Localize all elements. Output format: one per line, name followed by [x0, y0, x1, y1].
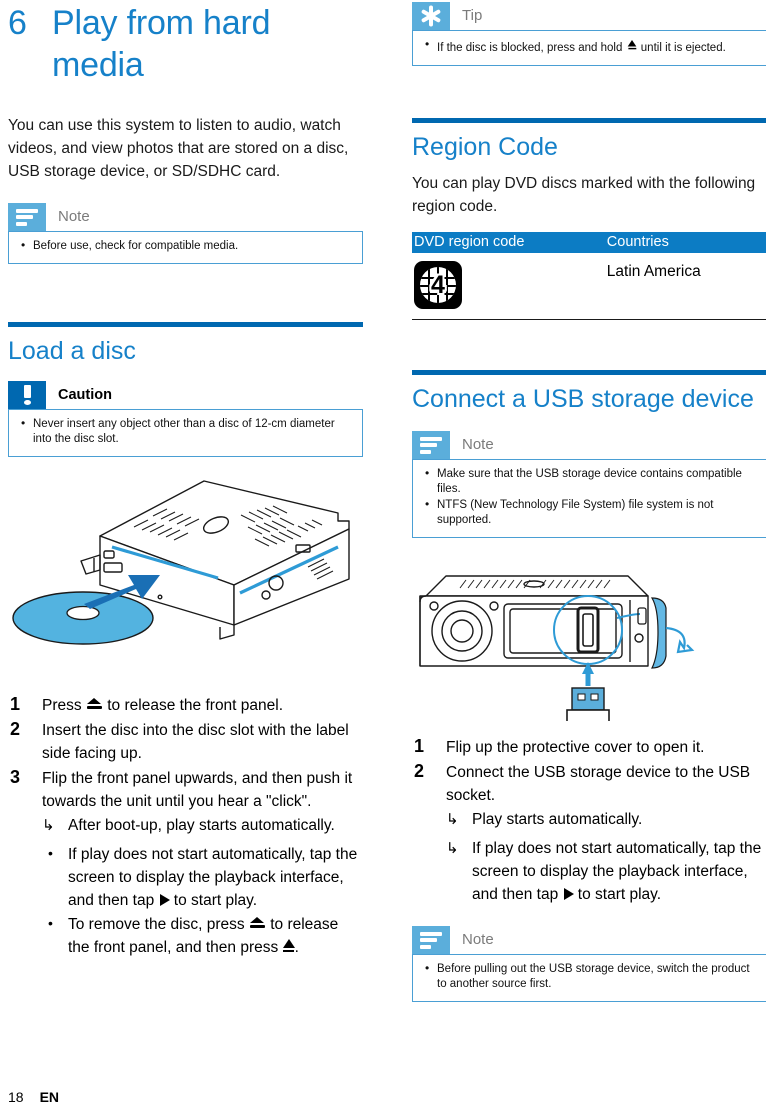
callout-header: Tip: [412, 2, 766, 31]
callout-label: Note: [462, 931, 494, 948]
subbullet-suffix: .: [294, 939, 299, 956]
callout-tip-disc: Tip If the disc is blocked, press and ho…: [412, 2, 766, 66]
section-heading: Load a disc: [8, 337, 136, 365]
asterisk-icon: [412, 2, 450, 30]
callout-item: Never insert any object other than a dis…: [17, 416, 354, 447]
step-text-suffix: to release the front panel.: [102, 697, 284, 714]
subbullet-prefix: To remove the disc, press: [68, 916, 249, 933]
countries-cell: Latin America: [594, 253, 766, 320]
callout-item: If the disc is blocked, press and hold u…: [421, 37, 758, 56]
region-4-globe-icon: 4: [414, 261, 462, 309]
page-language: EN: [39, 1089, 60, 1105]
chapter-number: 6: [8, 4, 27, 42]
chapter-title-block: 6 Play from hard media: [8, 2, 363, 86]
play-icon: [159, 893, 170, 906]
callout-note-media: Note Before use, check for compatible me…: [8, 203, 363, 264]
callout-header: Note: [412, 431, 766, 460]
load-disc-steps: Press to release the front panel. Insert…: [8, 693, 363, 959]
eject-wide-icon: [249, 916, 266, 930]
chapter-heading: Play from hard media: [52, 4, 271, 84]
callout-item: Before pulling out the USB storage devic…: [421, 961, 758, 992]
step-result: Play starts automatically.: [446, 808, 766, 831]
step-text: Flip the front panel upwards, and then p…: [42, 770, 353, 810]
eject-tall-icon: [282, 939, 295, 953]
section-region-code: Region Code You can play DVD discs marke…: [412, 118, 766, 320]
step-text-prefix: Press: [42, 697, 86, 714]
section-heading: Connect a USB storage device: [412, 385, 754, 413]
note-lines-icon: [412, 926, 450, 954]
callout-header: Note: [412, 926, 766, 955]
callout-label: Note: [462, 436, 494, 453]
table-header-row: DVD region code Countries: [412, 232, 766, 253]
callout-body: Before pulling out the USB storage devic…: [412, 955, 766, 1002]
usb-socket-insert-illustration: [412, 556, 766, 771]
callout-body: Before use, check for compatible media.: [8, 232, 363, 264]
region-code-table: DVD region code Countries 4 Latin Americ…: [412, 232, 766, 320]
region-number: 4: [431, 271, 445, 299]
subbullet-suffix: to start play.: [169, 892, 258, 909]
callout-item: Make sure that the USB storage device co…: [421, 466, 758, 497]
step-item: Connect the USB storage device to the US…: [412, 760, 766, 906]
callout-item: Before use, check for compatible media.: [17, 238, 354, 254]
callout-label: Note: [58, 208, 90, 225]
chapter-intro-paragraph: You can use this system to listen to aud…: [8, 117, 349, 180]
right-column: Tip If the disc is blocked, press and ho…: [412, 0, 766, 1002]
callout-header: Note: [8, 203, 363, 232]
page-footer: 18 EN: [8, 1089, 59, 1105]
section-rule: [8, 322, 363, 327]
eject-wide-icon: [86, 697, 103, 711]
section-rule: [412, 118, 766, 123]
column-header-region-code: DVD region code: [412, 232, 595, 253]
callout-header: Caution: [8, 381, 363, 410]
left-column: 6 Play from hard media You can use this …: [8, 0, 363, 961]
region-code-intro: You can play DVD discs marked with the f…: [412, 175, 756, 215]
result-suffix: to start play.: [573, 886, 662, 903]
eject-tall-icon: [627, 39, 636, 50]
step-result: If play does not start automatically, ta…: [446, 837, 766, 906]
step-item: Insert the disc into the disc slot with …: [10, 718, 349, 762]
region-code-cell: 4: [412, 253, 595, 320]
section-rule: [412, 370, 766, 375]
manual-page: 6 Play from hard media You can use this …: [0, 0, 766, 1113]
exclamation-icon: [8, 381, 46, 409]
callout-label: Tip: [462, 7, 483, 24]
callout-item-suffix: until it is ejected.: [637, 42, 726, 54]
step-subbullet: If play does not start automatically, ta…: [42, 842, 363, 912]
disc-drive-insert-illustration: [8, 475, 363, 680]
callout-body: Make sure that the USB storage device co…: [412, 460, 766, 538]
section-load-a-disc: Load a disc Caution Never insert any obj…: [8, 322, 363, 959]
step-result: After boot-up, play starts automatically…: [42, 814, 363, 837]
table-row: 4 Latin America: [412, 253, 766, 320]
note-lines-icon: [8, 203, 46, 231]
callout-note-usb: Note Make sure that the USB storage devi…: [412, 431, 766, 538]
step-item: Flip up the protective cover to open it.: [414, 735, 705, 758]
note-lines-icon: [412, 431, 450, 459]
column-header-countries: Countries: [594, 232, 766, 253]
callout-note-usb-remove: Note Before pulling out the USB storage …: [412, 926, 766, 1002]
section-heading: Region Code: [412, 133, 558, 161]
callout-item: NTFS (New Technology File System) file s…: [421, 497, 758, 528]
page-number: 18: [8, 1089, 24, 1105]
step-item: Flip the front panel upwards, and then p…: [8, 766, 363, 959]
step-subbullet: To remove the disc, press to release the…: [42, 912, 363, 959]
callout-item-prefix: If the disc is blocked, press and hold: [437, 42, 626, 54]
callout-label: Caution: [58, 387, 112, 403]
callout-body: Never insert any object other than a dis…: [8, 410, 363, 457]
callout-caution-disc: Caution Never insert any object other th…: [8, 381, 363, 457]
step-text: Connect the USB storage device to the US…: [446, 764, 751, 804]
step-item: Press to release the front panel.: [8, 693, 363, 717]
callout-body: If the disc is blocked, press and hold u…: [412, 31, 766, 66]
connect-usb-steps: Flip up the protective cover to open it.…: [412, 735, 766, 906]
play-icon: [563, 887, 574, 900]
section-connect-usb: Connect a USB storage device Note Make s…: [412, 370, 766, 1002]
